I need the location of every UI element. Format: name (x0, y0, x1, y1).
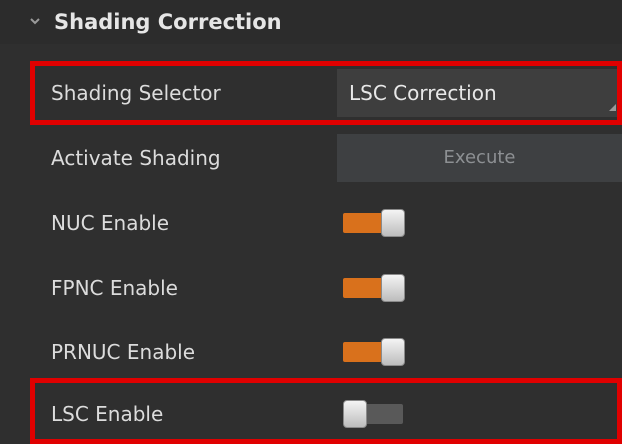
row-fpnc-enable: FPNC Enable (0, 256, 622, 320)
section-header[interactable]: Shading Correction (0, 0, 622, 44)
shading-selector-value: LSC Correction (349, 81, 497, 105)
lsc-enable-label: LSC Enable (51, 402, 164, 426)
prnuc-enable-toggle[interactable] (343, 338, 407, 366)
shading-selector-dropdown[interactable]: LSC Correction (337, 69, 622, 117)
row-prnuc-enable: PRNUC Enable (0, 320, 622, 384)
chevron-down-icon[interactable] (28, 14, 42, 28)
fpnc-enable-toggle[interactable] (343, 274, 407, 302)
shading-correction-panel: Shading Correction Shading Selector LSC … (0, 0, 622, 444)
prnuc-enable-label: PRNUC Enable (51, 340, 196, 364)
toggle-knob[interactable] (381, 338, 405, 366)
fpnc-enable-label: FPNC Enable (51, 276, 178, 300)
lsc-enable-toggle[interactable] (343, 400, 407, 428)
toggle-knob[interactable] (343, 400, 367, 428)
section-title: Shading Correction (54, 10, 282, 34)
row-nuc-enable: NUC Enable (0, 191, 622, 255)
execute-button[interactable]: Execute (337, 134, 622, 182)
dropdown-corner-icon (609, 104, 616, 111)
row-shading-selector: Shading Selector LSC Correction (0, 61, 622, 125)
row-activate-shading: Activate Shading Execute (0, 126, 622, 190)
shading-selector-label: Shading Selector (51, 81, 221, 105)
nuc-enable-toggle[interactable] (343, 209, 407, 237)
toggle-knob[interactable] (381, 209, 405, 237)
nuc-enable-label: NUC Enable (51, 211, 170, 235)
row-lsc-enable: LSC Enable (0, 382, 622, 444)
toggle-knob[interactable] (381, 274, 405, 302)
activate-shading-label: Activate Shading (51, 146, 221, 170)
